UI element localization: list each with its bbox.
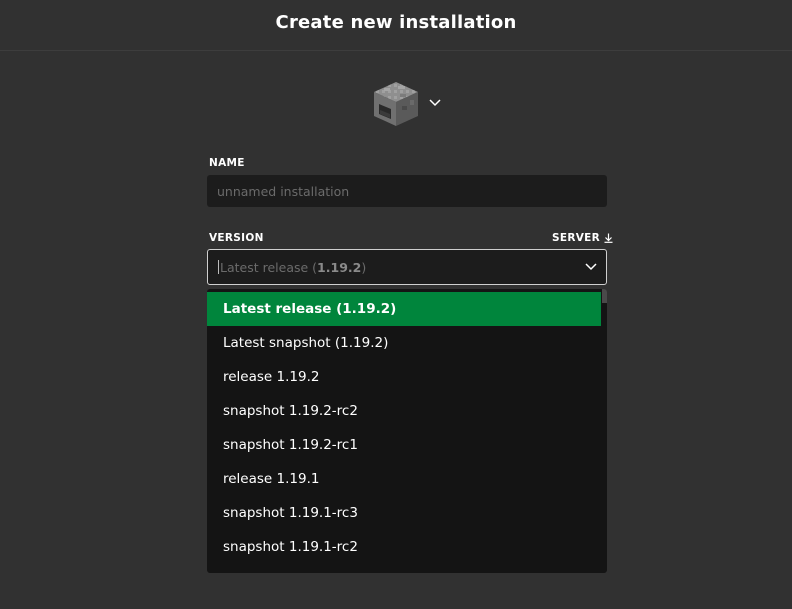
page-title: Create new installation <box>275 11 517 33</box>
version-option[interactable]: release 1.19.2 <box>207 360 601 394</box>
version-option[interactable]: Latest release (1.19.2) <box>207 292 601 326</box>
version-option[interactable]: Latest snapshot (1.19.2) <box>207 326 601 360</box>
version-select[interactable]: Latest release (1.19.2) <box>207 249 607 285</box>
version-dropdown-list: Latest release (1.19.2) Latest snapshot (… <box>207 289 607 564</box>
header-bar: Create new installation <box>0 0 792 51</box>
version-dropdown: Latest release (1.19.2) Latest snapshot (… <box>207 289 607 573</box>
version-option[interactable]: release 1.19.1 <box>207 462 601 496</box>
version-option[interactable]: snapshot 1.19.1-rc3 <box>207 496 601 530</box>
dropdown-scrollbar[interactable] <box>602 289 607 303</box>
version-select-placeholder: Latest release (1.19.2) <box>220 259 367 275</box>
version-option[interactable]: snapshot 1.19.1-rc2 <box>207 530 601 564</box>
download-icon <box>604 233 613 243</box>
name-input[interactable] <box>207 175 607 207</box>
text-caret <box>218 260 219 274</box>
furnace-block-icon <box>374 82 418 126</box>
installation-icon-picker[interactable] <box>370 78 450 130</box>
server-download-link[interactable]: SERVER <box>552 232 613 244</box>
name-label: NAME <box>209 157 245 169</box>
server-label: SERVER <box>552 232 601 244</box>
version-option[interactable]: snapshot 1.19.2-rc2 <box>207 394 601 428</box>
version-option[interactable]: snapshot 1.19.2-rc1 <box>207 428 601 462</box>
version-label: VERSION <box>209 232 264 244</box>
chevron-down-icon <box>585 263 597 271</box>
chevron-down-icon <box>429 99 441 107</box>
